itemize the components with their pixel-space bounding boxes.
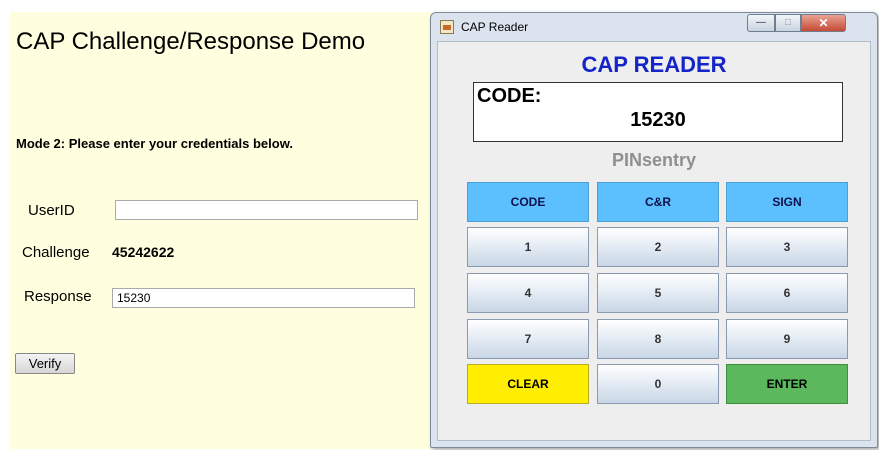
key-5[interactable]: 5 bbox=[597, 273, 719, 313]
response-label: Response bbox=[24, 288, 92, 305]
mode-instructions: Mode 2: Please enter your credentials be… bbox=[16, 136, 293, 151]
clear-button[interactable]: CLEAR bbox=[467, 364, 589, 404]
key-3[interactable]: 3 bbox=[726, 227, 848, 267]
response-input[interactable] bbox=[112, 288, 415, 308]
challenge-label: Challenge bbox=[22, 244, 90, 261]
window-titlebar[interactable]: CAP Reader — □ ✕ bbox=[431, 13, 877, 41]
display-label: CODE: bbox=[477, 85, 542, 107]
enter-button[interactable]: ENTER bbox=[726, 364, 848, 404]
cap-reader-window: CAP Reader — □ ✕ CAP READER CODE: 15230 … bbox=[430, 12, 878, 448]
demo-web-page: CAP Challenge/Response Demo Mode 2: Plea… bbox=[10, 12, 435, 449]
code-button[interactable]: CODE bbox=[467, 182, 589, 222]
userid-input[interactable] bbox=[115, 200, 418, 220]
window-title: CAP Reader bbox=[461, 20, 529, 34]
reader-panel: CAP READER CODE: 15230 PINsentry CODE C&… bbox=[437, 41, 871, 441]
challenge-value: 45242622 bbox=[112, 244, 175, 260]
display-value: 15230 bbox=[630, 109, 686, 131]
minimize-icon[interactable]: — bbox=[747, 14, 775, 32]
verify-button[interactable]: Verify bbox=[15, 353, 75, 374]
userid-label: UserID bbox=[28, 202, 75, 219]
key-2[interactable]: 2 bbox=[597, 227, 719, 267]
key-6[interactable]: 6 bbox=[726, 273, 848, 313]
brand-label: PINsentry bbox=[611, 150, 697, 170]
java-app-icon bbox=[440, 20, 454, 34]
key-0[interactable]: 0 bbox=[597, 364, 719, 404]
close-icon[interactable]: ✕ bbox=[801, 14, 846, 32]
challenge-response-button[interactable]: C&R bbox=[597, 182, 719, 222]
key-9[interactable]: 9 bbox=[726, 319, 848, 359]
sign-button[interactable]: SIGN bbox=[726, 182, 848, 222]
code-display: CODE: 15230 bbox=[473, 82, 843, 142]
key-1[interactable]: 1 bbox=[467, 227, 589, 267]
reader-header: CAP READER bbox=[581, 52, 727, 77]
key-4[interactable]: 4 bbox=[467, 273, 589, 313]
page-title: CAP Challenge/Response Demo bbox=[16, 28, 366, 55]
key-7[interactable]: 7 bbox=[467, 319, 589, 359]
maximize-icon[interactable]: □ bbox=[775, 14, 801, 32]
key-8[interactable]: 8 bbox=[597, 319, 719, 359]
